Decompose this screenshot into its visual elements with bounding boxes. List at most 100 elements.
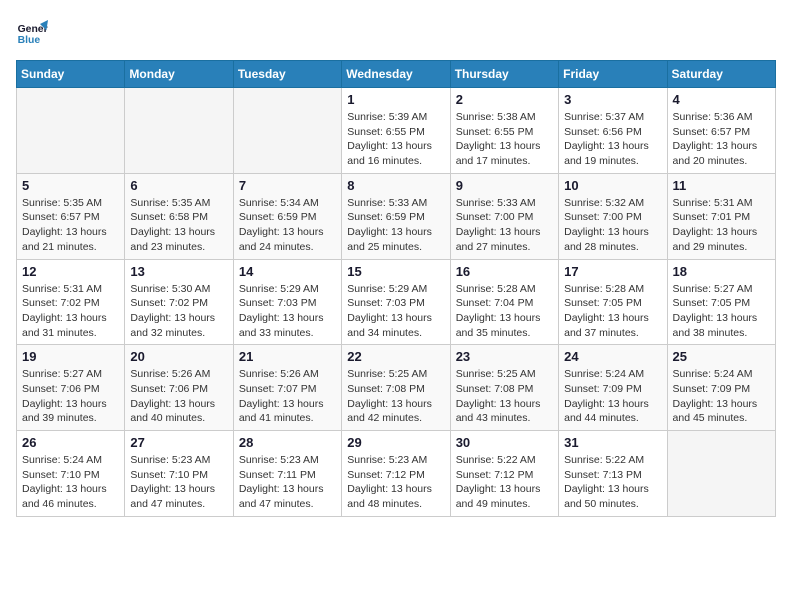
calendar-day: 11 Sunrise: 5:31 AM Sunset: 7:01 PM Dayli… [667,173,775,259]
day-number: 24 [564,349,661,364]
day-info: Sunrise: 5:37 AM Sunset: 6:56 PM Dayligh… [564,110,661,169]
day-info: Sunrise: 5:24 AM Sunset: 7:09 PM Dayligh… [673,367,770,426]
column-header-tuesday: Tuesday [233,61,341,88]
day-info: Sunrise: 5:28 AM Sunset: 7:05 PM Dayligh… [564,282,661,341]
day-number: 28 [239,435,336,450]
calendar-table: SundayMondayTuesdayWednesdayThursdayFrid… [16,60,776,517]
column-header-thursday: Thursday [450,61,558,88]
day-info: Sunrise: 5:25 AM Sunset: 7:08 PM Dayligh… [347,367,444,426]
calendar-day: 9Sunrise: 5:33 AM Sunset: 7:00 PM Daylig… [450,173,558,259]
calendar-day: 15 Sunrise: 5:29 AM Sunset: 7:03 PM Dayli… [342,259,450,345]
calendar-day: 10Sunrise: 5:32 AM Sunset: 7:00 PM Dayli… [559,173,667,259]
day-info: Sunrise: 5:31 AM Sunset: 7:01 PM Dayligh… [673,196,770,255]
column-header-wednesday: Wednesday [342,61,450,88]
calendar-header-row: SundayMondayTuesdayWednesdayThursdayFrid… [17,61,776,88]
day-info: Sunrise: 5:39 AM Sunset: 6:55 PM Dayligh… [347,110,444,169]
svg-text:Blue: Blue [18,35,41,46]
day-number: 3 [564,92,661,107]
calendar-day: 16 Sunrise: 5:28 AM Sunset: 7:04 PM Dayli… [450,259,558,345]
day-info: Sunrise: 5:27 AM Sunset: 7:05 PM Dayligh… [673,282,770,341]
column-header-friday: Friday [559,61,667,88]
calendar-day: 19 Sunrise: 5:27 AM Sunset: 7:06 PM Dayli… [17,345,125,431]
calendar-day: 21 Sunrise: 5:26 AM Sunset: 7:07 PM Dayli… [233,345,341,431]
day-info: Sunrise: 5:22 AM Sunset: 7:13 PM Dayligh… [564,453,661,512]
day-number: 11 [673,178,770,193]
logo-icon: General Blue [16,16,48,48]
logo: General Blue [16,16,48,48]
day-number: 9 [456,178,553,193]
day-number: 8 [347,178,444,193]
calendar-day [667,431,775,517]
day-info: Sunrise: 5:38 AM Sunset: 6:55 PM Dayligh… [456,110,553,169]
day-number: 22 [347,349,444,364]
day-number: 15 [347,264,444,279]
day-number: 4 [673,92,770,107]
day-info: Sunrise: 5:31 AM Sunset: 7:02 PM Dayligh… [22,282,119,341]
page-header: General Blue [16,16,776,48]
day-info: Sunrise: 5:23 AM Sunset: 7:10 PM Dayligh… [130,453,227,512]
day-info: Sunrise: 5:29 AM Sunset: 7:03 PM Dayligh… [239,282,336,341]
day-number: 19 [22,349,119,364]
calendar-day: 25 Sunrise: 5:24 AM Sunset: 7:09 PM Dayli… [667,345,775,431]
day-number: 6 [130,178,227,193]
day-info: Sunrise: 5:35 AM Sunset: 6:57 PM Dayligh… [22,196,119,255]
calendar-day: 5 Sunrise: 5:35 AM Sunset: 6:57 PM Daylig… [17,173,125,259]
day-number: 2 [456,92,553,107]
day-number: 17 [564,264,661,279]
calendar-week-1: 1 Sunrise: 5:39 AM Sunset: 6:55 PM Daylig… [17,88,776,174]
calendar-week-4: 19 Sunrise: 5:27 AM Sunset: 7:06 PM Dayli… [17,345,776,431]
calendar-day: 23 Sunrise: 5:25 AM Sunset: 7:08 PM Dayli… [450,345,558,431]
calendar-day: 28 Sunrise: 5:23 AM Sunset: 7:11 PM Dayli… [233,431,341,517]
day-number: 23 [456,349,553,364]
day-info: Sunrise: 5:23 AM Sunset: 7:11 PM Dayligh… [239,453,336,512]
calendar-day: 12Sunrise: 5:31 AM Sunset: 7:02 PM Dayli… [17,259,125,345]
column-header-sunday: Sunday [17,61,125,88]
calendar-day [233,88,341,174]
day-number: 31 [564,435,661,450]
day-info: Sunrise: 5:22 AM Sunset: 7:12 PM Dayligh… [456,453,553,512]
day-info: Sunrise: 5:35 AM Sunset: 6:58 PM Dayligh… [130,196,227,255]
day-info: Sunrise: 5:34 AM Sunset: 6:59 PM Dayligh… [239,196,336,255]
day-number: 5 [22,178,119,193]
day-info: Sunrise: 5:27 AM Sunset: 7:06 PM Dayligh… [22,367,119,426]
day-number: 7 [239,178,336,193]
calendar-week-3: 12Sunrise: 5:31 AM Sunset: 7:02 PM Dayli… [17,259,776,345]
day-number: 13 [130,264,227,279]
calendar-day: 20Sunrise: 5:26 AM Sunset: 7:06 PM Dayli… [125,345,233,431]
day-number: 18 [673,264,770,279]
column-header-saturday: Saturday [667,61,775,88]
day-number: 30 [456,435,553,450]
calendar-day: 26Sunrise: 5:24 AM Sunset: 7:10 PM Dayli… [17,431,125,517]
day-info: Sunrise: 5:30 AM Sunset: 7:02 PM Dayligh… [130,282,227,341]
day-info: Sunrise: 5:26 AM Sunset: 7:06 PM Dayligh… [130,367,227,426]
calendar-week-5: 26Sunrise: 5:24 AM Sunset: 7:10 PM Dayli… [17,431,776,517]
calendar-day: 22 Sunrise: 5:25 AM Sunset: 7:08 PM Dayli… [342,345,450,431]
calendar-day [17,88,125,174]
day-number: 1 [347,92,444,107]
day-info: Sunrise: 5:23 AM Sunset: 7:12 PM Dayligh… [347,453,444,512]
day-info: Sunrise: 5:26 AM Sunset: 7:07 PM Dayligh… [239,367,336,426]
calendar-week-2: 5 Sunrise: 5:35 AM Sunset: 6:57 PM Daylig… [17,173,776,259]
calendar-day: 31 Sunrise: 5:22 AM Sunset: 7:13 PM Dayli… [559,431,667,517]
calendar-day [125,88,233,174]
day-info: Sunrise: 5:25 AM Sunset: 7:08 PM Dayligh… [456,367,553,426]
calendar-day: 3 Sunrise: 5:37 AM Sunset: 6:56 PM Daylig… [559,88,667,174]
day-info: Sunrise: 5:29 AM Sunset: 7:03 PM Dayligh… [347,282,444,341]
calendar-day: 8 Sunrise: 5:33 AM Sunset: 6:59 PM Daylig… [342,173,450,259]
day-number: 14 [239,264,336,279]
day-info: Sunrise: 5:32 AM Sunset: 7:00 PM Dayligh… [564,196,661,255]
day-info: Sunrise: 5:28 AM Sunset: 7:04 PM Dayligh… [456,282,553,341]
day-number: 26 [22,435,119,450]
calendar-day: 30 Sunrise: 5:22 AM Sunset: 7:12 PM Dayli… [450,431,558,517]
day-number: 16 [456,264,553,279]
day-info: Sunrise: 5:33 AM Sunset: 6:59 PM Dayligh… [347,196,444,255]
day-number: 21 [239,349,336,364]
calendar-day: 1 Sunrise: 5:39 AM Sunset: 6:55 PM Daylig… [342,88,450,174]
calendar-day: 14 Sunrise: 5:29 AM Sunset: 7:03 PM Dayli… [233,259,341,345]
day-number: 29 [347,435,444,450]
calendar-day: 7 Sunrise: 5:34 AM Sunset: 6:59 PM Daylig… [233,173,341,259]
calendar-day: 17 Sunrise: 5:28 AM Sunset: 7:05 PM Dayli… [559,259,667,345]
calendar-day: 27Sunrise: 5:23 AM Sunset: 7:10 PM Dayli… [125,431,233,517]
calendar-day: 29 Sunrise: 5:23 AM Sunset: 7:12 PM Dayli… [342,431,450,517]
day-number: 25 [673,349,770,364]
